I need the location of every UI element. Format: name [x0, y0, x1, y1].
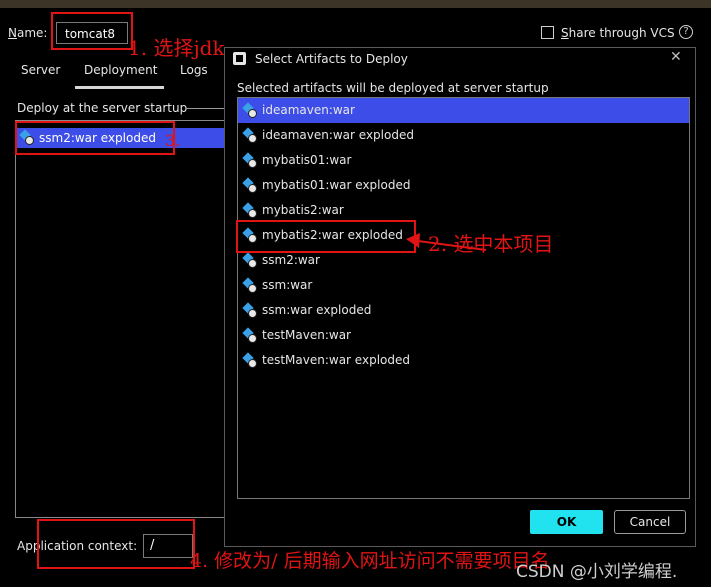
artifact-label: ideamaven:war exploded [262, 128, 414, 142]
watermark: CSDN @小刘学编程. [516, 562, 678, 582]
share-vcs-checkbox[interactable] [541, 26, 554, 39]
artifact-icon [242, 277, 258, 294]
list-item[interactable]: ssm:war [238, 273, 689, 298]
artifact-icon [242, 177, 258, 194]
cancel-button[interactable]: Cancel [614, 510, 686, 534]
artifact-icon [242, 102, 258, 119]
artifact-icon [242, 127, 258, 144]
annotation-step2: 2. 选中本项目 [428, 232, 554, 256]
deploy-group-label: Deploy at the server startup [17, 101, 188, 115]
artifact-icon [242, 302, 258, 319]
artifact-icon [242, 152, 258, 169]
list-item[interactable]: testMaven:war [238, 323, 689, 348]
dialog-title: Select Artifacts to Deploy [255, 52, 408, 66]
list-item[interactable]: ideamaven:war [238, 98, 689, 123]
artifact-icon [242, 327, 258, 344]
highlight-name-box [51, 12, 133, 50]
artifact-label: ssm:war exploded [262, 303, 372, 317]
name-label: Name: [8, 26, 48, 40]
artifact-label: testMaven:war [262, 328, 351, 342]
annotation-step4: 4. 修改为/ 后期输入网址访问不需要项目名 [190, 550, 550, 572]
artifact-label: ideamaven:war [262, 103, 355, 117]
artifact-label: ssm:war [262, 278, 313, 292]
list-item[interactable]: ideamaven:war exploded [238, 123, 689, 148]
artifact-label: ssm2:war [262, 253, 320, 267]
list-item[interactable]: mybatis01:war [238, 148, 689, 173]
annotation-step1: 1. 选择jdk [128, 36, 225, 60]
deploy-list[interactable] [15, 120, 225, 518]
ok-button[interactable]: OK [530, 510, 603, 534]
list-item[interactable]: testMaven:war exploded [238, 348, 689, 373]
annotation-step3: 3. [165, 131, 181, 150]
share-vcs-label: Share through VCS [561, 26, 675, 40]
dialog-subtitle: Selected artifacts will be deployed at s… [237, 81, 549, 95]
highlight-deploy-item-box [15, 121, 175, 155]
tab-server[interactable]: Server [21, 63, 60, 77]
list-item[interactable]: ssm:war exploded [238, 298, 689, 323]
tab-logs[interactable]: Logs [180, 63, 208, 77]
artifact-icon [242, 352, 258, 369]
highlight-artifact-box [236, 220, 416, 253]
help-icon[interactable]: ? [679, 25, 693, 39]
close-icon[interactable]: ✕ [670, 49, 682, 65]
tab-deployment[interactable]: Deployment [84, 63, 157, 77]
artifact-label: mybatis2:war [262, 203, 344, 217]
artifact-label: testMaven:war exploded [262, 353, 410, 367]
artifact-icon [242, 252, 258, 269]
artifact-icon [242, 202, 258, 219]
group-divider [186, 108, 226, 109]
window-top-strip [0, 0, 711, 8]
artifact-label: mybatis01:war [262, 153, 352, 167]
intellij-logo-icon [233, 52, 246, 65]
tab-active-indicator [75, 86, 164, 89]
artifact-label: mybatis01:war exploded [262, 178, 411, 192]
list-item[interactable]: mybatis01:war exploded [238, 173, 689, 198]
highlight-context-box [37, 519, 195, 569]
